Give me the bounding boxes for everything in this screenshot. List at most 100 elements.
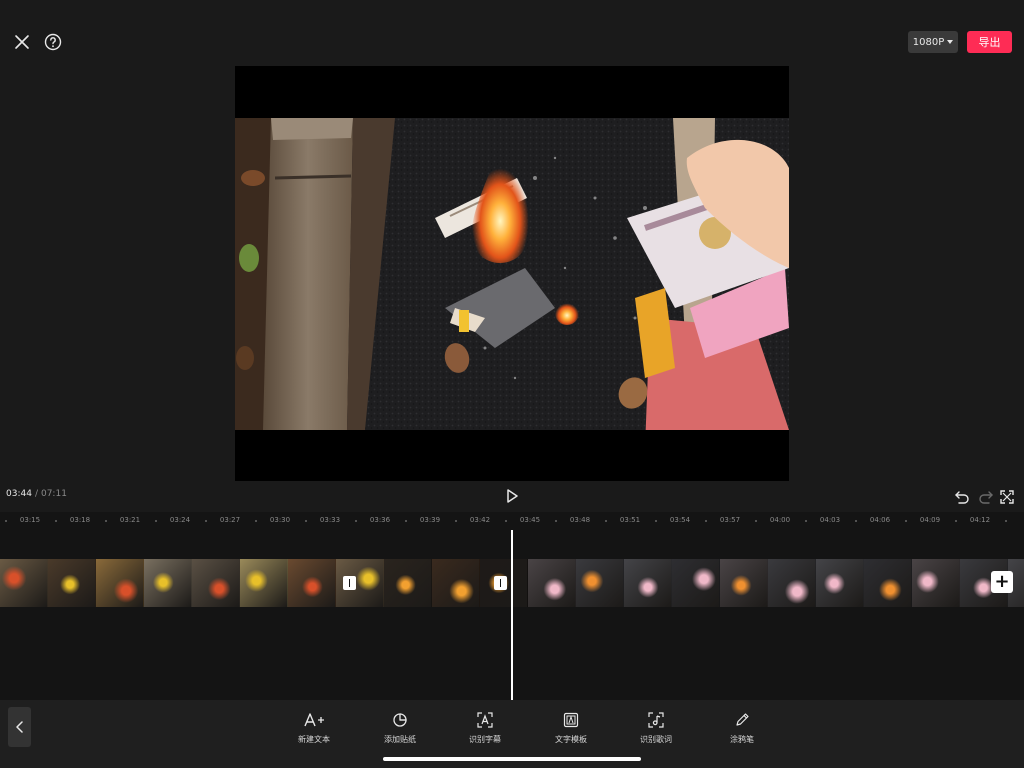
caret-down-icon (947, 40, 954, 44)
redo-icon (979, 491, 993, 504)
help-icon (44, 33, 62, 51)
clip-thumbnail[interactable] (528, 559, 576, 607)
fullscreen-button[interactable] (1000, 489, 1014, 504)
undo-icon (955, 491, 969, 504)
tick-label: 03:27 (219, 516, 241, 524)
clip-thumbnail[interactable] (576, 559, 624, 607)
tick-dot (605, 520, 607, 522)
tick-dot (955, 520, 957, 522)
tick-label: 03:48 (569, 516, 591, 524)
tick-label: 03:18 (69, 516, 91, 524)
fullscreen-icon (1000, 490, 1014, 504)
tick-dot (405, 520, 407, 522)
resolution-label: 1080P (912, 36, 945, 48)
transition-button[interactable] (494, 576, 507, 590)
export-label: 导出 (978, 36, 1001, 49)
tick-label: 03:24 (169, 516, 191, 524)
tick-label: 04:00 (769, 516, 791, 524)
clip-thumbnail[interactable] (240, 559, 288, 607)
tick-label: 03:39 (419, 516, 441, 524)
tick-label: 04:06 (869, 516, 891, 524)
tick-label: 04:03 (819, 516, 841, 524)
close-button[interactable] (12, 32, 32, 52)
help-button[interactable] (43, 32, 63, 52)
tick-dot (755, 520, 757, 522)
video-frame-image (235, 118, 789, 430)
tick-label: 03:45 (519, 516, 541, 524)
tick-label: 03:51 (619, 516, 641, 524)
tick-dot (155, 520, 157, 522)
clip-thumbnail[interactable] (48, 559, 96, 607)
tick-dot (705, 520, 707, 522)
clip-thumbnail[interactable] (432, 559, 480, 607)
tick-label: 03:33 (319, 516, 341, 524)
tick-dot (505, 520, 507, 522)
tool-label: 识别字幕 (469, 735, 501, 744)
clip-thumbnail[interactable] (192, 559, 240, 607)
resolution-dropdown[interactable]: 1080P (908, 31, 958, 53)
tool-label: 新建文本 (298, 735, 330, 744)
tick-label: 03:54 (669, 516, 691, 524)
clip-thumbnail[interactable] (864, 559, 912, 607)
tool-text-template[interactable]: 文字模板 (541, 712, 601, 745)
home-indicator (383, 757, 641, 761)
tick-dot (305, 520, 307, 522)
clip-thumbnail[interactable] (672, 559, 720, 607)
tick-dot (5, 520, 7, 522)
tool-doodle-pen[interactable]: 涂鸦笔 (712, 712, 772, 745)
time-separator: / (34, 489, 38, 499)
recognize-lyrics-icon (648, 712, 664, 728)
tick-label: 03:36 (369, 516, 391, 524)
tick-dot (205, 520, 207, 522)
collapse-toolbar-button[interactable] (8, 707, 31, 747)
tool-recognize-captions[interactable]: 识别字幕 (455, 712, 515, 745)
export-button[interactable]: 导出 (967, 31, 1012, 53)
undo-button[interactable] (954, 489, 970, 504)
recognize-captions-icon (477, 712, 493, 728)
transition-button[interactable] (343, 576, 356, 590)
tick-dot (655, 520, 657, 522)
clip-thumbnail[interactable] (0, 559, 48, 607)
tick-label: 03:57 (719, 516, 741, 524)
tick-dot (105, 520, 107, 522)
tool-label: 识别歌词 (640, 735, 672, 744)
tool-recognize-lyrics[interactable]: 识别歌词 (626, 712, 686, 745)
tick-label: 03:21 (119, 516, 141, 524)
play-button[interactable] (503, 487, 521, 505)
tick-dot (55, 520, 57, 522)
text-template-icon (563, 712, 579, 728)
add-clip-button[interactable]: + (991, 571, 1013, 593)
tick-label: 04:12 (969, 516, 991, 524)
tool-add-sticker[interactable]: 添加贴纸 (370, 712, 430, 745)
tick-dot (905, 520, 907, 522)
clip-thumbnail[interactable] (624, 559, 672, 607)
playhead[interactable] (511, 530, 513, 700)
video-preview[interactable] (235, 66, 789, 481)
clip-thumbnail[interactable] (144, 559, 192, 607)
tool-label: 涂鸦笔 (730, 735, 754, 744)
clip-thumbnail[interactable] (816, 559, 864, 607)
clip-thumbnail[interactable] (384, 559, 432, 607)
clip-thumbnail[interactable] (720, 559, 768, 607)
clip-thumbnail[interactable] (912, 559, 960, 607)
tool-add-text[interactable]: 新建文本 (284, 712, 344, 745)
tick-label: 04:09 (919, 516, 941, 524)
tick-dot (805, 520, 807, 522)
doodle-pen-icon (736, 713, 749, 726)
current-time: 03:44 (6, 489, 32, 499)
clip-thumbnail[interactable] (288, 559, 336, 607)
time-display: 03:44 / 07:11 (6, 489, 67, 499)
tick-dot (255, 520, 257, 522)
tick-dot (1005, 520, 1007, 522)
sticker-icon (393, 713, 407, 727)
tick-dot (555, 520, 557, 522)
tick-label: 03:30 (269, 516, 291, 524)
timeline-ruler[interactable]: 03:15 03:18 03:21 03:24 03:27 03:30 03:33 03:36… (0, 512, 1024, 530)
redo-button[interactable] (978, 489, 994, 504)
total-time: 07:11 (40, 489, 67, 499)
add-text-icon (304, 713, 324, 727)
tick-dot (455, 520, 457, 522)
clip-thumbnail[interactable] (768, 559, 816, 607)
tick-label: 03:42 (469, 516, 491, 524)
clip-thumbnail[interactable] (96, 559, 144, 607)
